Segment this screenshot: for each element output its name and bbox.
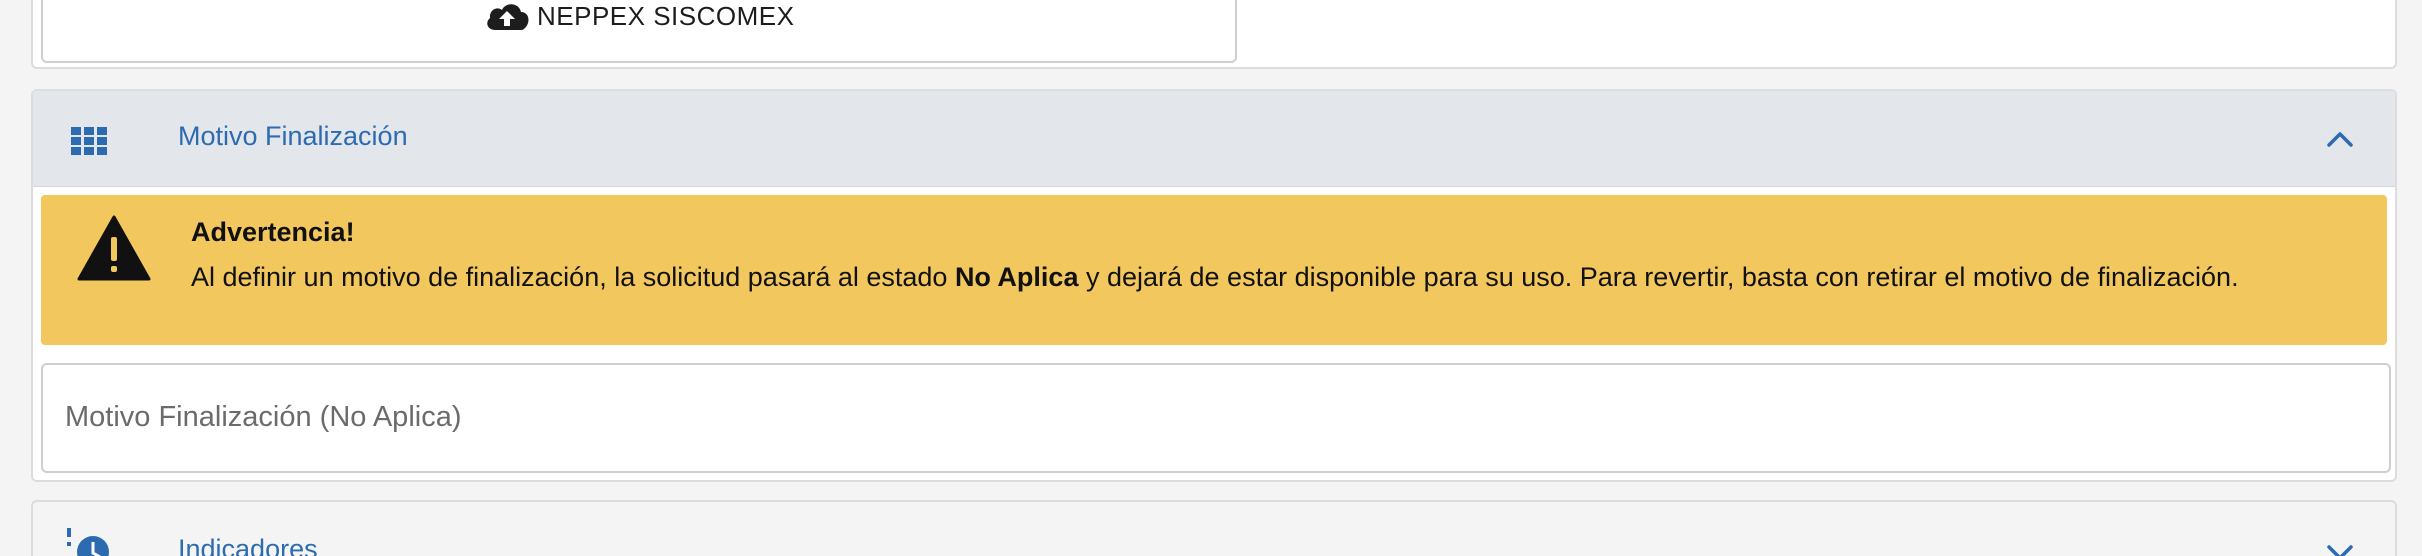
alert-text-before: Al definir un motivo de finalización, la… (191, 262, 955, 292)
motivo-finalizacion-panel: Motivo Finalización Advertencia! Al defi… (31, 89, 2397, 482)
warning-alert: Advertencia! Al definir un motivo de fin… (41, 195, 2387, 345)
alert-message: Al definir un motivo de finalización, la… (191, 257, 2341, 297)
chevron-down-icon[interactable] (2325, 538, 2355, 556)
clock-history-icon (67, 528, 109, 556)
motivo-panel-title: Motivo Finalización (178, 121, 408, 151)
indicadores-panel-title: Indicadores (178, 534, 318, 556)
motivo-finalizacion-field[interactable]: Motivo Finalización (No Aplica) (41, 363, 2391, 473)
alert-text-after: y dejará de estar disponible para su uso… (1078, 262, 2239, 292)
warning-icon (77, 215, 151, 281)
upload-button[interactable]: NEPPEX SISCOMEX (483, 0, 794, 32)
upload-button-label: NEPPEX SISCOMEX (537, 0, 795, 31)
indicadores-panel[interactable]: Indicadores (31, 500, 2397, 556)
grid-icon (71, 127, 107, 155)
motivo-finalizacion-label: Motivo Finalización (No Aplica) (65, 401, 462, 433)
alert-text-bold: No Aplica (954, 262, 1079, 292)
upload-card: NEPPEX SISCOMEX (31, 0, 2397, 69)
upload-dropzone[interactable]: NEPPEX SISCOMEX (41, 0, 1237, 63)
chevron-up-icon[interactable] (2325, 125, 2355, 153)
alert-title: Advertencia! (191, 217, 355, 247)
motivo-panel-header[interactable]: Motivo Finalización (33, 91, 2395, 187)
cloud-upload-icon (487, 4, 529, 30)
page: NEPPEX SISCOMEX Motivo Finalización Adve… (0, 0, 2422, 556)
